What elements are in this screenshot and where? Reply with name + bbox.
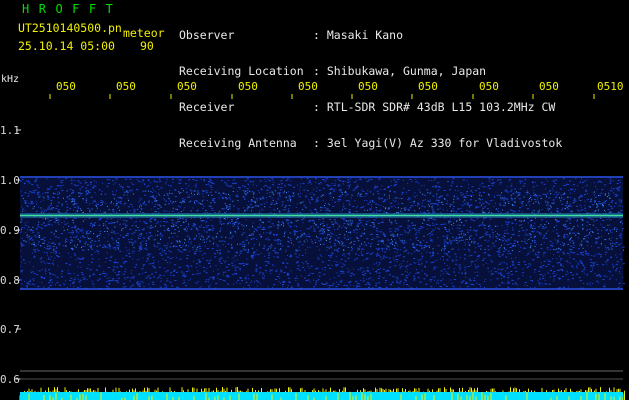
x-tick-label: 050 <box>539 80 559 93</box>
y-tick-label: 0.6 <box>0 373 20 386</box>
bottom-trace-cyan <box>20 392 623 400</box>
filename-label: UT2510140500.pn <box>18 21 122 35</box>
event-type-label: meteor <box>123 26 165 40</box>
x-tick-label: 050 <box>56 80 76 93</box>
datetime-label: 25.10.14 05:00 <box>18 39 115 53</box>
info-label-antenna: Receiving Antenna <box>179 136 297 150</box>
unit-label: kHz <box>1 74 20 85</box>
info-value-receiver: : RTL-SDR SDR# 43dB L15 103.2MHz CW <box>313 100 556 114</box>
info-value-observer: : Masaki Kano <box>313 28 404 42</box>
x-tick-label: 050 <box>479 80 499 93</box>
x-tick-label: 050 <box>358 80 378 93</box>
x-tick-label: 050 <box>238 80 258 93</box>
y-tick-label: 1.1 <box>0 124 20 137</box>
x-tick-label: 050 <box>418 80 438 93</box>
count-label: 90 <box>140 39 154 53</box>
y-tick-label: 1.0 <box>0 174 20 187</box>
y-tick-label: 0.7 <box>0 323 20 336</box>
app-title: HROFFT <box>22 2 123 16</box>
x-tick-label: 0510 <box>597 80 624 93</box>
info-value-location: : Shibukawa, Gunma, Japan <box>313 64 487 78</box>
x-tick-label: 050 <box>298 80 318 93</box>
x-tick-label: 050 <box>116 80 136 93</box>
x-tick-label: 050 <box>177 80 197 93</box>
hrofft-window: HROFFT UT2510140500.pn meteor 25.10.14 0… <box>0 0 629 400</box>
y-tick-label: 0.8 <box>0 274 20 287</box>
info-label-receiver: Receiver <box>179 100 235 114</box>
info-label-location: Receiving Location <box>179 64 304 78</box>
info-value-antenna: : 3el Yagi(V) Az 330 for Vladivostok <box>313 136 563 150</box>
info-label-observer: Observer <box>179 28 235 42</box>
y-tick-label: 0.9 <box>0 224 20 237</box>
